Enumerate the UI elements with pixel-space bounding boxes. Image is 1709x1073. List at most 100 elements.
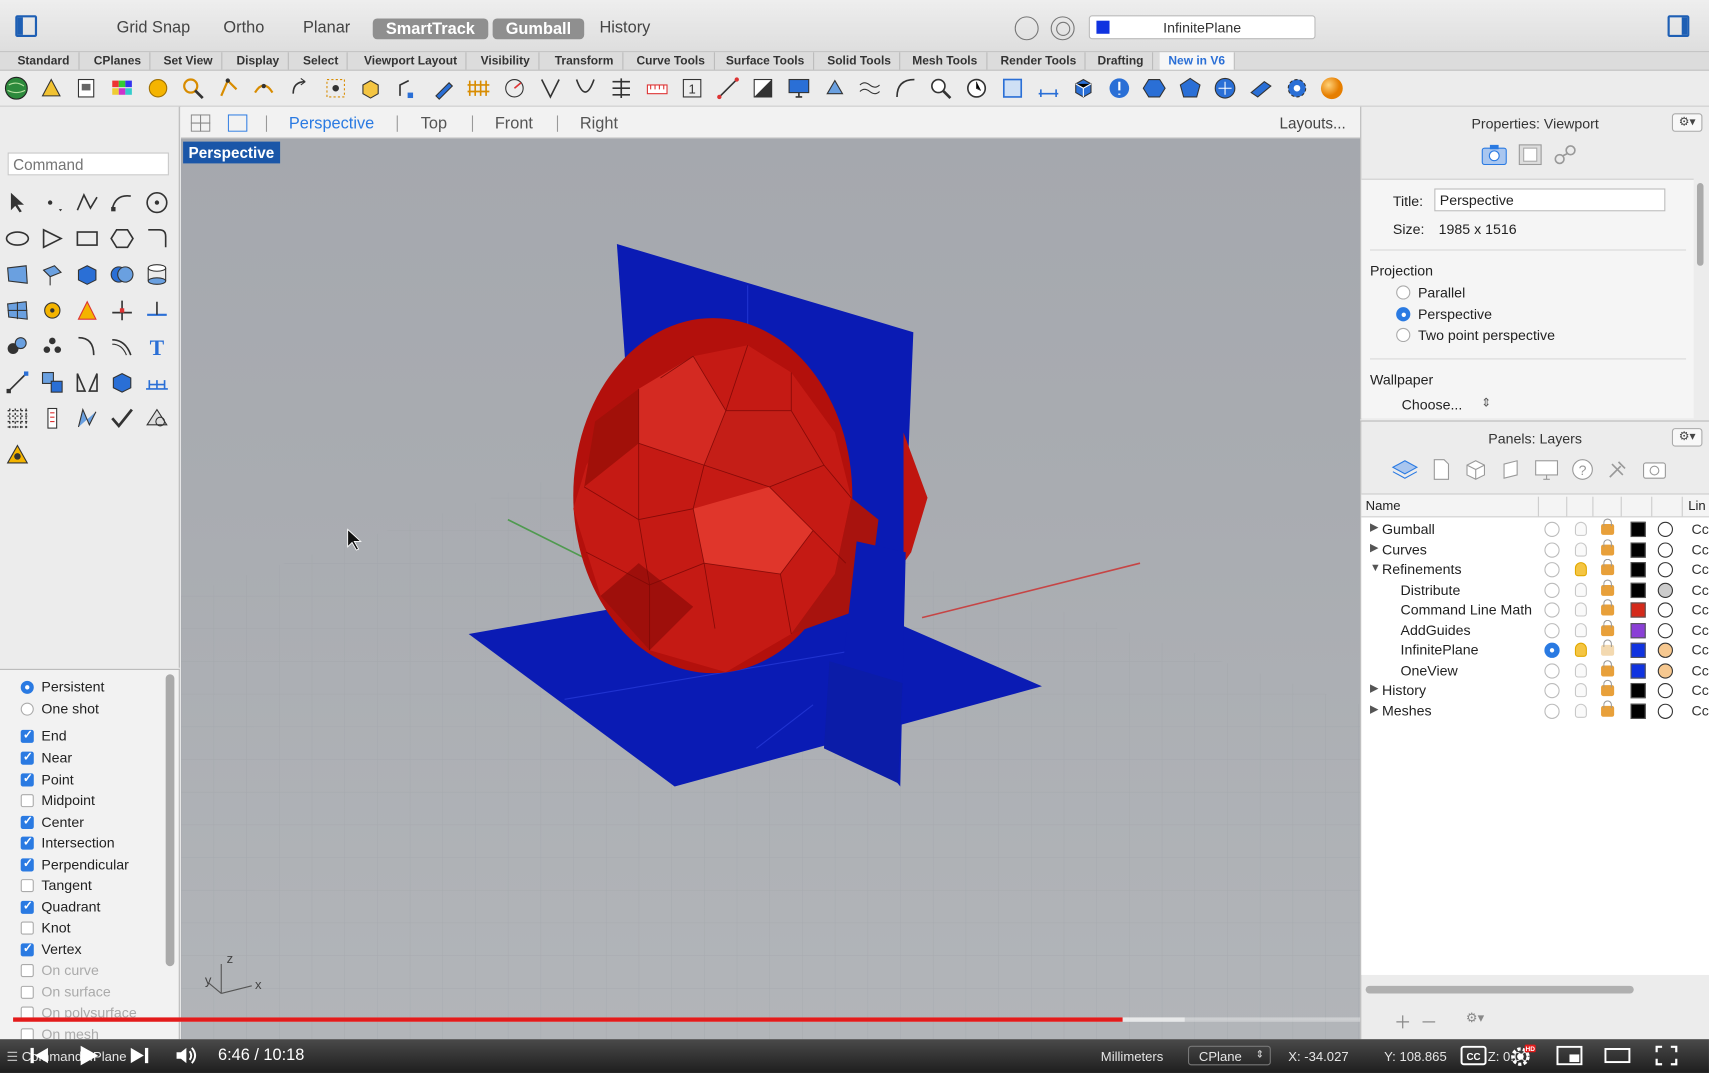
visibility-bulb-icon[interactable] xyxy=(1574,602,1587,617)
visibility-bulb-icon[interactable] xyxy=(1574,562,1587,577)
tab-new-in-v6[interactable]: New in V6 xyxy=(1159,52,1235,70)
visibility-bulb-icon[interactable] xyxy=(1574,622,1587,637)
visibility-bulb-icon[interactable] xyxy=(1574,541,1587,557)
lock-icon[interactable] xyxy=(1601,538,1615,555)
plane-icon[interactable] xyxy=(1249,76,1273,100)
checkbox[interactable] xyxy=(20,921,34,935)
fence-icon[interactable] xyxy=(466,76,490,100)
dimension-tool-icon[interactable] xyxy=(74,405,100,431)
document-icon[interactable] xyxy=(1429,458,1453,482)
pencil-icon[interactable] xyxy=(432,76,456,100)
column-name-header[interactable]: Name xyxy=(1366,498,1401,513)
material-circle-icon[interactable] xyxy=(1657,521,1673,538)
v-curve-icon[interactable] xyxy=(538,76,562,100)
planar-toggle[interactable]: Planar xyxy=(303,17,350,39)
gumball-toggle[interactable]: Gumball xyxy=(492,18,585,40)
visibility-bulb-icon[interactable] xyxy=(1574,662,1587,677)
linetype-cell[interactable]: Cc xyxy=(1692,642,1709,658)
tab-surface-tools[interactable]: Surface Tools xyxy=(717,52,815,70)
visibility-bulb-icon[interactable] xyxy=(1574,642,1587,657)
four-view-icon[interactable] xyxy=(190,114,211,132)
viewport-tab-perspective[interactable]: Perspective xyxy=(289,114,374,133)
chevron-updown-icon[interactable]: ⇕ xyxy=(1481,395,1491,410)
tab-visibility[interactable]: Visibility xyxy=(472,52,540,70)
layer-row[interactable]: ▶ Meshes Cc xyxy=(1361,699,1709,721)
lock-icon[interactable] xyxy=(1601,619,1615,636)
analysis-icon[interactable] xyxy=(144,405,170,431)
transform-icon[interactable] xyxy=(823,76,847,100)
add-layer-button[interactable]: ＋ xyxy=(1394,1008,1411,1034)
layer-color-swatch[interactable] xyxy=(1630,521,1646,538)
expand-toggle-icon[interactable]: ▶ xyxy=(1370,683,1378,695)
previous-video-icon[interactable] xyxy=(28,1046,50,1066)
current-layer-radio[interactable] xyxy=(1544,541,1560,558)
left-sidebar-toggle-icon[interactable] xyxy=(15,15,38,38)
material-circle-icon[interactable] xyxy=(1657,703,1673,719)
checkbox[interactable] xyxy=(20,749,34,765)
checkbox[interactable] xyxy=(20,794,34,808)
number-one-icon[interactable]: 1 xyxy=(680,76,704,100)
osnap-scrollbar[interactable] xyxy=(165,674,175,967)
mirror-icon[interactable] xyxy=(74,369,100,395)
expand-toggle-icon[interactable]: ▶ xyxy=(1370,542,1378,554)
viewport-tab-right[interactable]: Right xyxy=(580,114,618,133)
grid-snap-toggle[interactable]: Grid Snap xyxy=(117,17,191,39)
linetype-cell[interactable]: Cc xyxy=(1692,561,1709,577)
layer-color-swatch[interactable] xyxy=(1630,582,1646,598)
tab-drafting[interactable]: Drafting xyxy=(1089,52,1154,70)
ortho-toggle[interactable]: Ortho xyxy=(223,17,264,39)
checkbox[interactable] xyxy=(20,1028,34,1040)
tab-render-tools[interactable]: Render Tools xyxy=(992,52,1087,70)
layer-color-swatch[interactable] xyxy=(1630,562,1646,578)
viewport-title-field[interactable]: Perspective xyxy=(1434,188,1666,212)
linetype-cell[interactable]: Cc xyxy=(1692,621,1709,637)
globe-icon[interactable] xyxy=(4,76,28,100)
clock-icon[interactable] xyxy=(965,76,989,100)
tab-standard[interactable]: Standard xyxy=(9,52,80,70)
render-sphere-icon[interactable] xyxy=(1320,76,1344,100)
tab-set-view[interactable]: Set View xyxy=(155,52,223,70)
expand-toggle-icon[interactable]: ▼ xyxy=(1370,562,1381,574)
layer-color-swatch[interactable] xyxy=(1630,622,1646,638)
layers-icon[interactable] xyxy=(1391,458,1419,482)
tab-curve-tools[interactable]: Curve Tools xyxy=(628,52,715,70)
lock-icon[interactable] xyxy=(1601,578,1615,596)
viewport-tab-top[interactable]: Top xyxy=(421,114,447,133)
material-circle-icon[interactable] xyxy=(1657,562,1673,578)
layers-stack-icon[interactable] xyxy=(1213,76,1237,100)
polygon-icon[interactable] xyxy=(1178,76,1202,100)
radio-indicator[interactable] xyxy=(1396,327,1411,343)
radio-indicator[interactable] xyxy=(20,702,34,716)
tab-select[interactable]: Select xyxy=(294,52,349,70)
checkbox[interactable] xyxy=(20,856,34,872)
properties-icon[interactable] xyxy=(39,405,65,431)
layer-color-swatch[interactable] xyxy=(1630,541,1646,558)
layer-color-swatch[interactable] xyxy=(1630,642,1646,658)
linetype-cell[interactable]: Cc xyxy=(1692,541,1709,557)
visibility-bulb-icon[interactable] xyxy=(1574,682,1587,698)
named-views-icon[interactable] xyxy=(1499,458,1523,482)
display-icon[interactable] xyxy=(1533,458,1559,482)
expand-toggle-icon[interactable]: ▶ xyxy=(1370,703,1378,715)
lock-icon[interactable] xyxy=(1601,599,1615,616)
material-circle-icon[interactable] xyxy=(1657,582,1673,598)
u-curve-icon[interactable] xyxy=(573,76,597,100)
current-layer-radio[interactable] xyxy=(1544,622,1560,638)
wallpaper-choose-dropdown[interactable]: Choose... xyxy=(1402,397,1463,413)
zoom-icon[interactable] xyxy=(181,76,205,100)
linetype-cell[interactable]: Cc xyxy=(1692,702,1709,718)
rotate-curve-icon[interactable] xyxy=(288,76,312,100)
checkbox[interactable] xyxy=(20,941,34,957)
current-layer-radio[interactable] xyxy=(1544,642,1560,658)
captions-icon[interactable]: CC xyxy=(1460,1045,1487,1067)
linetype-cell[interactable]: Cc xyxy=(1692,581,1709,597)
visibility-bulb-icon[interactable] xyxy=(1574,703,1587,718)
perspective-viewport[interactable]: z x y Perspective xyxy=(180,138,1361,1040)
dimension-angle-icon[interactable] xyxy=(502,76,526,100)
rectangle-icon[interactable] xyxy=(74,225,100,251)
link-icon[interactable] xyxy=(1553,144,1577,166)
filter-icon[interactable] xyxy=(1014,16,1039,41)
analyze-icon[interactable] xyxy=(252,76,276,100)
remove-layer-button[interactable]: － xyxy=(1420,1008,1437,1034)
gear-icon[interactable] xyxy=(1285,76,1309,100)
